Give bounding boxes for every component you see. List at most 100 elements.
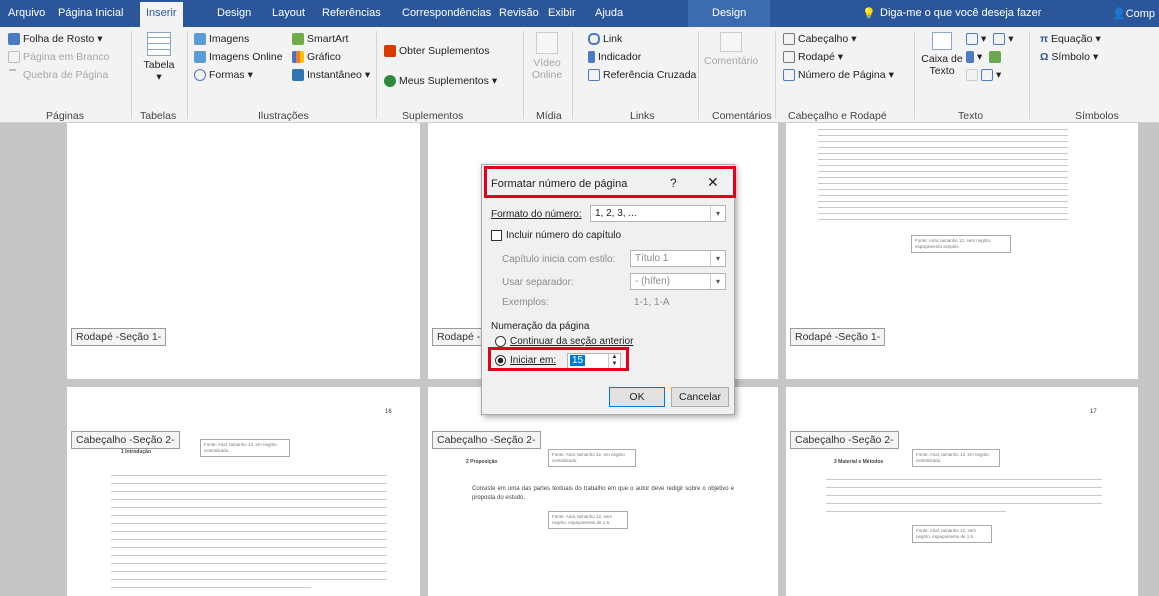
link-button[interactable]: Link bbox=[588, 33, 622, 45]
instantaneo-button[interactable]: Instantâneo ▾ bbox=[292, 69, 370, 81]
ribbon-separator bbox=[1029, 31, 1030, 119]
toc-line bbox=[818, 171, 1068, 172]
group-label-suplementos: Suplementos bbox=[402, 110, 464, 122]
page-top-right[interactable]: Fonte: Arial, tamanho 12, sem negrito, e… bbox=[786, 123, 1138, 379]
ribbon-separator bbox=[775, 31, 776, 119]
tab-correspondencias[interactable]: Correspondências bbox=[402, 7, 491, 19]
group-label-comentarios: Comentários bbox=[712, 110, 772, 122]
tabela-label: Tabela bbox=[143, 59, 175, 71]
text-line bbox=[826, 479, 1102, 480]
text-line bbox=[111, 539, 387, 540]
equacao-button[interactable]: π Equação ▾ bbox=[1040, 33, 1101, 45]
cabecalho-button[interactable]: Cabeçalho ▾ bbox=[783, 33, 856, 45]
my-addins-icon bbox=[384, 75, 396, 87]
omega-icon: Ω bbox=[1040, 51, 1049, 63]
tab-design-header-footer[interactable]: Design bbox=[688, 0, 771, 27]
numero-de-pagina-button[interactable]: Número de Página ▾ bbox=[783, 69, 894, 81]
imagens-online-button[interactable]: Imagens Online bbox=[194, 51, 283, 63]
rodape-button[interactable]: Rodapé ▾ bbox=[783, 51, 843, 63]
indicador-button[interactable]: Indicador bbox=[588, 51, 641, 63]
toc-line bbox=[818, 207, 1068, 208]
partes-rapidas-button[interactable]: ▾ ▾ bbox=[966, 33, 1014, 45]
referencia-cruzada-label: Referência Cruzada bbox=[603, 69, 697, 81]
formas-button[interactable]: Formas ▾ bbox=[194, 69, 253, 81]
continuar-radio[interactable]: Continuar da seção anterior bbox=[495, 336, 633, 347]
pi-icon: π bbox=[1040, 33, 1049, 45]
chevron-down-icon: ▾ bbox=[710, 251, 725, 266]
incluir-capitulo-checkbox[interactable]: Incluir número do capítulo bbox=[491, 230, 621, 241]
ok-button[interactable]: OK bbox=[609, 387, 665, 407]
toc-line bbox=[818, 147, 1068, 148]
tab-ajuda[interactable]: Ajuda bbox=[595, 7, 623, 19]
text-line bbox=[826, 503, 1102, 504]
imagens-online-label: Imagens Online bbox=[209, 51, 283, 63]
person-icon: 👤 bbox=[1112, 8, 1126, 20]
text-line bbox=[111, 507, 387, 508]
tell-me-search[interactable]: Diga-me o que você deseja fazer bbox=[880, 7, 1041, 19]
continuar-label: Continuar da seção anterior bbox=[510, 336, 634, 347]
ribbon-separator bbox=[187, 31, 188, 119]
capitulo-value: Título 1 bbox=[635, 253, 669, 264]
checkbox-box bbox=[491, 230, 502, 241]
page-bottom-left[interactable]: 16 Cabeçalho -Seção 2- 1 Introdução Font… bbox=[67, 387, 420, 596]
object-icon bbox=[981, 69, 993, 81]
text-line bbox=[826, 495, 1102, 496]
footer-section-tag: Rodapé -Seção 1- bbox=[790, 328, 886, 346]
formato-value: 1, 2, 3, ... bbox=[595, 208, 637, 219]
share-label: Comp bbox=[1125, 8, 1156, 20]
object-button[interactable]: ▾ bbox=[966, 69, 1001, 81]
page-bottom-right[interactable]: 17 Cabeçalho -Seção 2- 3 Material e Méto… bbox=[786, 387, 1138, 596]
comentario-button[interactable]: Comentário bbox=[704, 32, 758, 67]
tab-referencias[interactable]: Referências bbox=[322, 7, 381, 19]
smartart-icon bbox=[292, 33, 304, 45]
referencia-cruzada-button[interactable]: Referência Cruzada bbox=[588, 69, 696, 81]
ribbon-tab-bar: Arquivo Página Inicial Inserir Design La… bbox=[0, 0, 1159, 27]
tab-layout[interactable]: Layout bbox=[272, 7, 305, 19]
imagens-button[interactable]: Imagens bbox=[194, 33, 249, 45]
toc-line bbox=[818, 213, 1068, 214]
tab-revisao[interactable]: Revisão bbox=[499, 7, 539, 19]
folha-de-rosto-button[interactable]: Folha de Rosto ▾ bbox=[8, 33, 103, 45]
cancelar-button[interactable]: Cancelar bbox=[671, 387, 729, 407]
text-line bbox=[111, 587, 311, 588]
tab-exibir[interactable]: Exibir bbox=[548, 7, 576, 19]
capitulo-dropdown[interactable]: Título 1 ▾ bbox=[630, 250, 726, 267]
grafico-button[interactable]: Gráfico bbox=[292, 51, 341, 63]
simbolo-button[interactable]: Ω Símbolo ▾ bbox=[1040, 51, 1098, 63]
tab-design[interactable]: Design bbox=[217, 7, 251, 19]
grafico-label: Gráfico bbox=[307, 51, 341, 63]
obter-suplementos-button[interactable]: Obter Suplementos bbox=[384, 45, 489, 57]
chevron-down-icon: ▾ bbox=[247, 69, 253, 81]
tabela-button[interactable]: Tabela ▾ bbox=[140, 32, 178, 83]
format-note: Fonte: Arial, tamanho 12, sem negrito, e… bbox=[548, 511, 628, 529]
tab-arquivo[interactable]: Arquivo bbox=[8, 7, 45, 19]
quebra-de-pagina-button[interactable]: Quebra de Página bbox=[8, 69, 108, 81]
video-online-button[interactable]: Vídeo Online bbox=[530, 32, 564, 81]
text-line bbox=[111, 491, 387, 492]
capitulo-label: Capítulo inicia com estilo: bbox=[502, 254, 616, 265]
blank-page-icon bbox=[8, 51, 20, 63]
pagina-em-branco-button[interactable]: Página em Branco bbox=[8, 51, 109, 63]
caixa-de-texto-button[interactable]: Caixa de Texto bbox=[918, 32, 966, 77]
video-online-label: Vídeo Online bbox=[531, 57, 563, 81]
formato-dropdown[interactable]: 1, 2, 3, ... ▾ bbox=[590, 205, 726, 222]
separador-label: Usar separador: bbox=[502, 277, 574, 288]
page-break-icon bbox=[8, 69, 20, 81]
page-bottom-center[interactable]: Cabeçalho -Seção 2- 2 Proposição Fonte: … bbox=[428, 387, 778, 596]
text-box-icon bbox=[932, 32, 952, 50]
shapes-icon bbox=[194, 69, 206, 81]
meus-suplementos-button[interactable]: Meus Suplementos ▾ bbox=[384, 75, 497, 87]
smartart-button[interactable]: SmartArt bbox=[292, 33, 348, 45]
group-label-midia: Mídia bbox=[536, 110, 562, 122]
share-button[interactable]: 👤Comp bbox=[1112, 7, 1155, 20]
page-top-left[interactable]: Rodapé -Seção 1- bbox=[67, 123, 420, 379]
group-label-links: Links bbox=[630, 110, 655, 122]
tab-pagina-inicial[interactable]: Página Inicial bbox=[58, 7, 123, 19]
wordart-button[interactable]: ▾ bbox=[966, 51, 1002, 63]
format-note: Fonte: Arial, tamanho 12, em negrito cen… bbox=[200, 439, 290, 457]
separador-dropdown[interactable]: - (hífen) ▾ bbox=[630, 273, 726, 290]
cross-reference-icon bbox=[588, 69, 600, 81]
store-icon bbox=[384, 45, 396, 57]
tab-inserir[interactable]: Inserir bbox=[140, 2, 183, 27]
radio-circle bbox=[495, 336, 506, 347]
